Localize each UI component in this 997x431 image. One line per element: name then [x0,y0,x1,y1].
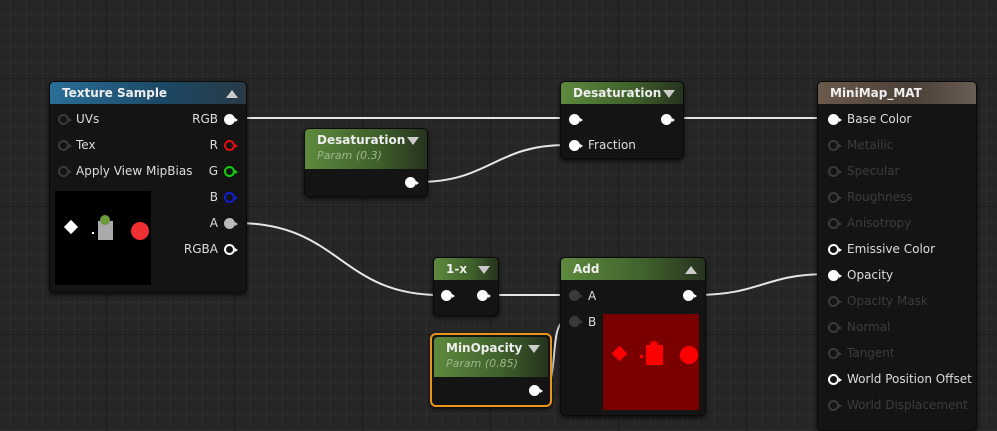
pin-emissive-color[interactable] [828,244,842,255]
pin-a[interactable] [224,218,238,229]
pin-anisotropy[interactable] [828,218,842,229]
node-title: Add [573,262,600,276]
pin-label: Metallic [847,138,894,152]
pin-label: A [209,216,218,230]
pin-output[interactable] [405,177,419,188]
node-subtitle: Param (0.85) [446,357,518,370]
node-title: Desaturation [317,133,406,147]
pin-apply-view-mipbias[interactable] [58,166,72,177]
pin-rgba[interactable] [224,244,238,255]
node-desaturation[interactable]: Desaturation Fraction [560,81,684,159]
pin-rgb[interactable] [224,114,238,125]
expand-icon[interactable] [407,137,419,145]
pin-label: RGB [192,112,218,126]
node-title: 1-x [446,262,468,276]
node-header[interactable]: Desaturation [561,82,683,104]
pin-label: G [208,164,218,178]
expand-icon[interactable] [478,266,490,274]
pin-roughness[interactable] [828,192,842,203]
node-header[interactable]: Texture Sample [50,82,246,104]
pin-label: Opacity [847,268,894,282]
pin-label: Apply View MipBias [76,164,193,178]
pin-normal[interactable] [828,322,842,333]
pin-label: Roughness [847,190,913,204]
texture-thumbnail [63,215,149,240]
node-header[interactable]: Desaturation Param (0.3) [305,129,427,169]
pin-world-displacement[interactable] [828,400,842,411]
wire-add-to-opacity [695,273,829,296]
node-header[interactable]: MiniMap_MAT [818,82,976,104]
pin-g[interactable] [224,166,238,177]
pin-label: World Position Offset [847,372,972,386]
pin-input[interactable] [569,114,583,125]
pin-label: Specular [847,164,900,178]
pin-label: Emissive Color [847,242,936,256]
pin-label: UVs [76,112,100,126]
pin-label: B [588,315,597,329]
node-header[interactable]: 1-x [434,258,498,280]
node-texture-sample[interactable]: Texture Sample UVs Tex Apply View MipBia… [49,81,247,293]
pin-output[interactable] [529,385,543,396]
pin-base-color[interactable] [828,114,842,125]
pin-r[interactable] [224,140,238,151]
pin-label: Anisotropy [847,216,912,230]
pin-tangent[interactable] [828,348,842,359]
pin-input[interactable] [441,290,455,301]
pin-label: Tex [76,138,96,152]
pin-opacity[interactable] [828,270,842,281]
pin-specular[interactable] [828,166,842,177]
node-add[interactable]: Add A B [560,257,706,416]
pin-label: R [209,138,218,152]
expand-icon[interactable] [528,345,540,353]
node-subtitle: Param (0.3) [317,149,382,162]
node-header[interactable]: MinOpacity Param (0.85) [434,337,548,377]
wire-param-to-fraction [417,144,567,183]
pin-label: RGBA [183,242,218,256]
pin-label: B [209,190,218,204]
pin-label: A [588,289,597,303]
add-thumbnail [611,341,698,365]
texture-preview [55,191,151,285]
expand-icon[interactable] [663,90,675,98]
pin-b[interactable] [224,192,238,203]
node-desaturation-param[interactable]: Desaturation Param (0.3) [304,128,428,197]
pin-fraction[interactable] [569,140,583,151]
pin-output[interactable] [661,114,675,125]
node-material-result[interactable]: MiniMap_MAT Base Color Metallic Specular Ro… [817,81,977,431]
node-title: MiniMap_MAT [830,86,922,100]
pin-label: World Displacement [847,398,968,412]
add-preview [603,314,699,410]
pin-a[interactable] [569,290,583,301]
node-title: Desaturation [573,86,662,100]
pin-tex[interactable] [58,140,72,151]
collapse-icon[interactable] [226,90,238,98]
pin-label: Tangent [847,346,895,360]
pin-uvs[interactable] [58,114,72,125]
pin-label: Normal [847,320,891,334]
pin-output[interactable] [683,290,697,301]
pin-opacity-mask[interactable] [828,296,842,307]
node-title: Texture Sample [62,86,168,100]
pin-output[interactable] [477,290,491,301]
wire-alpha-to-one-minus-x [236,222,441,296]
pin-label: Opacity Mask [847,294,928,308]
pin-label: Base Color [847,112,912,126]
pin-b[interactable] [569,316,583,327]
node-header[interactable]: Add [561,258,705,280]
node-min-opacity[interactable]: MinOpacity Param (0.85) [430,333,552,407]
node-title: MinOpacity [446,341,523,355]
node-one-minus-x[interactable]: 1-x [433,257,499,316]
collapse-icon[interactable] [685,266,697,274]
pin-world-position-offset[interactable] [828,374,842,385]
pin-label: Fraction [588,138,636,152]
pin-metallic[interactable] [828,140,842,151]
